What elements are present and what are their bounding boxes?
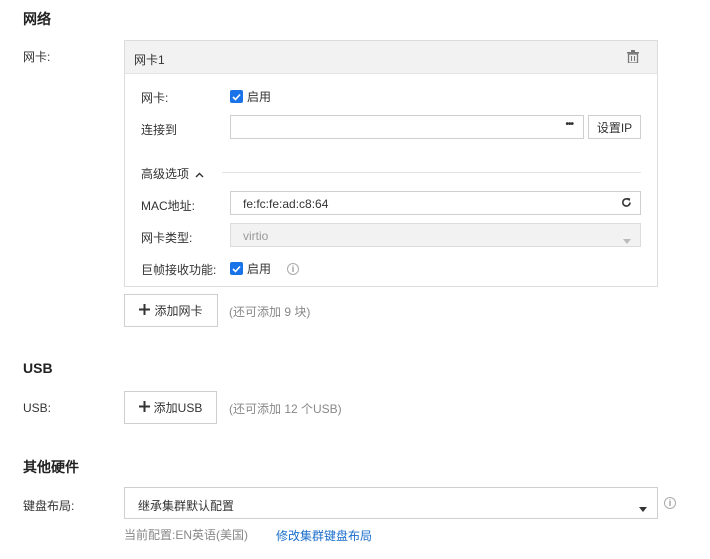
- modify-keyboard-layout-link[interactable]: 修改集群键盘布局: [276, 527, 372, 544]
- jumbo-frame-text: 启用: [247, 262, 272, 276]
- network-section-title: 网络: [23, 11, 51, 27]
- chevron-up-icon: [195, 167, 204, 181]
- connect-to-input[interactable]: •••: [230, 115, 584, 139]
- nic-type-label: 网卡类型:: [141, 231, 193, 245]
- nic-type-select: virtio: [230, 223, 641, 247]
- mac-address-value: fe:fc:fe:ad:c8:64: [243, 197, 329, 211]
- info-icon[interactable]: i: [287, 262, 300, 275]
- nic-card-title: 网卡1: [134, 53, 165, 67]
- nic-enable-label: 网卡:: [141, 91, 169, 105]
- nic-enable-text: 启用: [247, 90, 272, 104]
- advanced-options-toggle[interactable]: 高级选项: [141, 165, 204, 182]
- plus-icon: [138, 400, 150, 415]
- nic-enable-checkbox[interactable]: 启用: [230, 88, 271, 105]
- checkbox-checked-icon: [230, 90, 243, 103]
- delete-trash-icon[interactable]: [627, 50, 639, 66]
- mac-address-label: MAC地址:: [141, 199, 196, 213]
- more-options-icon[interactable]: •••: [565, 119, 573, 130]
- dropdown-caret-icon: [639, 501, 647, 515]
- add-nic-hint: (还可添加 9 块): [229, 305, 311, 319]
- add-nic-button[interactable]: 添加网卡: [124, 294, 218, 327]
- connect-to-label: 连接到: [141, 123, 178, 137]
- current-config-text: 当前配置:EN英语(美国): [124, 528, 248, 542]
- plus-icon: [139, 303, 151, 318]
- jumbo-frame-checkbox[interactable]: 启用 i: [230, 260, 300, 277]
- nic-card-header: 网卡1: [125, 41, 657, 74]
- nic-card: 网卡1 网卡: 启用 连接到 ••• 设置IP 高级选项 MAC地址: fe:f…: [124, 40, 658, 287]
- mac-address-input[interactable]: fe:fc:fe:ad:c8:64: [230, 191, 641, 215]
- jumbo-frame-label: 巨帧接收功能:: [141, 263, 217, 277]
- keyboard-layout-select[interactable]: 继承集群默认配置: [124, 487, 658, 519]
- add-usb-label: 添加USB: [153, 401, 203, 415]
- nic-field-label: 网卡:: [23, 50, 51, 64]
- nic-type-value: virtio: [243, 229, 269, 243]
- advanced-divider: [222, 172, 641, 173]
- usb-section-title: USB: [23, 360, 53, 376]
- set-ip-button[interactable]: 设置IP: [588, 115, 641, 139]
- keyboard-layout-value: 继承集群默认配置: [138, 499, 235, 513]
- advanced-options-label: 高级选项: [141, 167, 190, 181]
- checkbox-checked-icon: [230, 262, 243, 275]
- keyboard-layout-label: 键盘布局:: [23, 499, 75, 513]
- other-hardware-section-title: 其他硬件: [23, 459, 79, 475]
- add-usb-button[interactable]: 添加USB: [124, 391, 217, 424]
- dropdown-caret-icon: [623, 233, 631, 247]
- add-nic-label: 添加网卡: [154, 304, 203, 318]
- info-icon[interactable]: i: [664, 497, 676, 509]
- refresh-icon[interactable]: [621, 197, 632, 211]
- add-usb-hint: (还可添加 12 个USB): [229, 402, 342, 416]
- usb-field-label: USB:: [23, 401, 52, 415]
